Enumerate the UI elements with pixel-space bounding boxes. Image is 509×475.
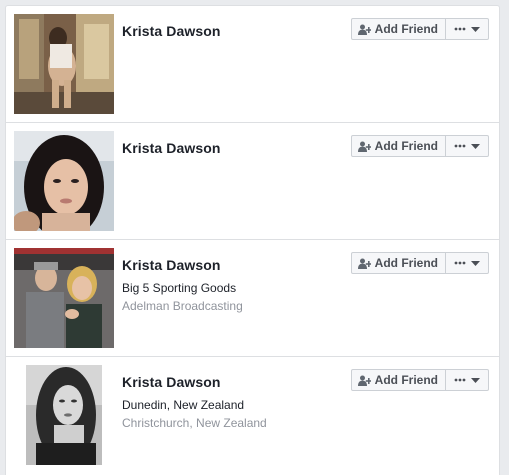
search-result-row: Krista Dawson Add Friend xyxy=(6,123,499,240)
search-results-panel: Krista Dawson Add Friend Krista Dawson A… xyxy=(5,5,500,475)
chevron-down-icon xyxy=(471,260,480,266)
profile-photo[interactable] xyxy=(14,14,114,114)
ellipsis-icon xyxy=(454,261,466,265)
profile-name[interactable]: Krista Dawson xyxy=(122,257,221,273)
add-friend-button[interactable]: Add Friend xyxy=(350,135,446,157)
add-friend-button[interactable]: Add Friend xyxy=(350,18,446,40)
add-friend-label: Add Friend xyxy=(374,22,438,36)
ellipsis-icon xyxy=(454,378,466,382)
ellipsis-icon xyxy=(454,27,466,31)
add-friend-icon xyxy=(357,258,371,269)
profile-photo[interactable] xyxy=(14,131,114,231)
search-result-row: Krista Dawson Add Friend xyxy=(6,6,499,123)
chevron-down-icon xyxy=(471,26,480,32)
friend-actions: Add Friend xyxy=(350,369,489,391)
profile-workplace: Big 5 Sporting Goods xyxy=(122,281,237,295)
add-friend-label: Add Friend xyxy=(374,373,438,387)
profile-name[interactable]: Krista Dawson xyxy=(122,140,221,156)
search-result-row: Krista Dawson Dunedin, New Zealand Chris… xyxy=(6,357,499,474)
add-friend-button[interactable]: Add Friend xyxy=(350,369,446,391)
add-friend-icon xyxy=(357,375,371,386)
add-friend-icon xyxy=(357,24,371,35)
more-options-button[interactable] xyxy=(446,252,489,274)
profile-name[interactable]: Krista Dawson xyxy=(122,374,221,390)
more-options-button[interactable] xyxy=(446,135,489,157)
profile-secondary-info: Christchurch, New Zealand xyxy=(122,416,267,430)
chevron-down-icon xyxy=(471,143,480,149)
add-friend-label: Add Friend xyxy=(374,256,438,270)
add-friend-icon xyxy=(357,141,371,152)
profile-secondary-info: Adelman Broadcasting xyxy=(122,299,243,313)
profile-photo[interactable] xyxy=(26,365,102,465)
more-options-button[interactable] xyxy=(446,369,489,391)
add-friend-label: Add Friend xyxy=(374,139,438,153)
profile-name[interactable]: Krista Dawson xyxy=(122,23,221,39)
profile-current-city: Dunedin, New Zealand xyxy=(122,398,245,412)
more-options-button[interactable] xyxy=(446,18,489,40)
add-friend-button[interactable]: Add Friend xyxy=(350,252,446,274)
profile-photo[interactable] xyxy=(14,248,114,348)
ellipsis-icon xyxy=(454,144,466,148)
chevron-down-icon xyxy=(471,377,480,383)
search-result-row: Krista Dawson Big 5 Sporting Goods Adelm… xyxy=(6,240,499,357)
friend-actions: Add Friend xyxy=(350,18,489,40)
friend-actions: Add Friend xyxy=(350,135,489,157)
friend-actions: Add Friend xyxy=(350,252,489,274)
